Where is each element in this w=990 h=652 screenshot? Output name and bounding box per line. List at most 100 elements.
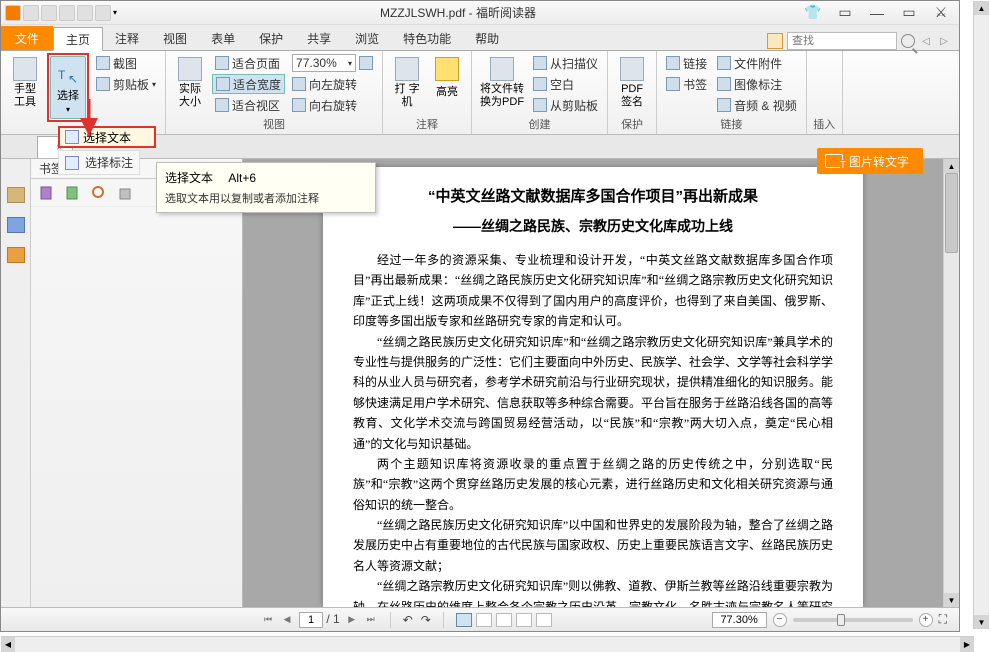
scroll-thumb[interactable] xyxy=(945,173,958,253)
doc-paragraph: 两个主题知识库将资源收录的重点置于丝绸之路的历史传统之中，分别选取“民族”和“宗… xyxy=(353,454,833,515)
ribbon-toggle-icon[interactable]: ▭ xyxy=(831,4,859,22)
nav-back-button[interactable]: ↶ xyxy=(403,613,413,627)
continuous-facing-view-icon[interactable] xyxy=(516,613,532,627)
search-icon[interactable] xyxy=(901,34,915,48)
clipboard-button[interactable]: 剪贴板▾ xyxy=(93,74,159,94)
doc-paragraph: “丝绸之路民族历史文化研究知识库”和“丝绸之路宗教历史文化研究知识库”兼具学术的… xyxy=(353,332,833,454)
bookmarks-tab-icon[interactable] xyxy=(7,187,25,203)
outer-scroll-left-icon[interactable]: ◀ xyxy=(1,637,15,652)
outer-horizontal-scrollbar[interactable]: ◀ ▶ xyxy=(1,636,974,652)
fit-width-button[interactable]: 适合宽度 xyxy=(212,74,285,94)
highlight-button[interactable]: 高亮 xyxy=(429,53,465,103)
bookmark-add-icon[interactable] xyxy=(39,185,55,201)
select-text-icon xyxy=(65,130,79,144)
ribbon-group-links: 链接 书签 文件附件 图像标注 音频 & 视频 链接 xyxy=(657,51,807,134)
file-attach-button[interactable]: 文件附件 xyxy=(714,53,800,73)
zoom-in-button[interactable]: + xyxy=(919,613,933,627)
hand-tool-button[interactable]: 手型 工具 xyxy=(7,53,43,113)
image-note-button[interactable]: 图像标注 xyxy=(714,74,800,94)
link-button[interactable]: 链接 xyxy=(663,53,710,73)
select-text-flyout[interactable]: 选择文本 xyxy=(58,126,156,148)
vertical-scrollbar[interactable]: ▲ ▼ xyxy=(943,159,959,607)
from-clipboard-button[interactable]: 从剪贴板 xyxy=(530,95,601,115)
typewriter-button[interactable]: 打 字机 xyxy=(389,53,425,113)
maximize-button[interactable]: ▭ xyxy=(895,4,923,22)
facing-view-icon[interactable] xyxy=(496,613,512,627)
tab-help[interactable]: 帮助 xyxy=(463,26,511,50)
blank-page-button[interactable]: 空白 xyxy=(530,74,601,94)
pdf-sign-button[interactable]: PDF 签名 xyxy=(614,53,650,113)
tab-browse[interactable]: 浏览 xyxy=(343,26,391,50)
zoom-input[interactable] xyxy=(712,612,767,628)
screenshot-button[interactable]: 截图 xyxy=(93,53,159,73)
select-annotation-flyout[interactable]: 选择标注 xyxy=(58,150,140,175)
tab-features[interactable]: 特色功能 xyxy=(391,26,463,50)
convert-to-pdf-button[interactable]: 将文件转 换为PDF xyxy=(478,53,526,113)
zoom-slider[interactable] xyxy=(793,618,913,622)
minimize-button[interactable]: — xyxy=(863,4,891,22)
tab-comment[interactable]: 注释 xyxy=(103,26,151,50)
file-tab[interactable]: 文件 xyxy=(1,26,53,50)
qat-redo-icon[interactable] xyxy=(95,5,111,21)
nav-forward-button[interactable]: ↷ xyxy=(421,613,431,627)
tooltip: 选择文本 Alt+6 选取文本用以复制或者添加注释 xyxy=(156,162,376,213)
fit-page-button[interactable]: 适合页面 xyxy=(212,53,285,73)
bookmark-button[interactable]: 书签 xyxy=(663,74,710,94)
image-to-text-button[interactable]: 图片转文字 xyxy=(817,148,923,174)
nav-prev-icon[interactable]: ◁ xyxy=(919,34,933,48)
tab-view[interactable]: 视图 xyxy=(151,26,199,50)
bookmark-expand-icon[interactable] xyxy=(65,185,81,201)
actual-size-button[interactable]: 实际 大小 xyxy=(172,53,208,113)
view-mode-buttons xyxy=(456,613,552,627)
single-page-view-icon[interactable] xyxy=(456,613,472,627)
fit-visible-button[interactable]: 适合视区 xyxy=(212,95,285,115)
first-page-button[interactable]: ⏮ xyxy=(261,613,275,627)
outer-vertical-scrollbar[interactable]: ▲ ▼ xyxy=(973,1,989,629)
from-scanner-button[interactable]: 从扫描仪 xyxy=(530,53,601,73)
qat-save-icon[interactable] xyxy=(41,5,57,21)
tab-form[interactable]: 表单 xyxy=(199,26,247,50)
convert-icon xyxy=(490,57,514,81)
qat-print-icon[interactable] xyxy=(59,5,75,21)
comments-tab-icon[interactable] xyxy=(7,247,25,263)
highlight-icon xyxy=(435,57,459,81)
find-icon[interactable] xyxy=(767,33,783,49)
zoom-out-button[interactable]: − xyxy=(773,613,787,627)
close-button[interactable]: ⚔ xyxy=(927,4,955,22)
outer-scroll-down-icon[interactable]: ▼ xyxy=(974,615,989,629)
tab-protect[interactable]: 保护 xyxy=(247,26,295,50)
continuous-view-icon[interactable] xyxy=(476,613,492,627)
app-icon xyxy=(5,5,21,21)
next-page-button[interactable]: ▶ xyxy=(345,613,359,627)
scroll-up-icon[interactable]: ▲ xyxy=(944,159,959,173)
audio-video-button[interactable]: 音频 & 视频 xyxy=(714,95,800,115)
find-input[interactable] xyxy=(787,32,897,50)
zoom-slider-knob[interactable] xyxy=(837,614,845,626)
rotate-right-button[interactable]: 向右旋转 xyxy=(289,95,376,115)
outer-scroll-right-icon[interactable]: ▶ xyxy=(960,637,974,652)
skin-icon[interactable]: 👕 xyxy=(799,4,827,22)
nav-next-icon[interactable]: ▷ xyxy=(937,34,951,48)
fullscreen-icon[interactable]: ⛶ xyxy=(939,612,947,627)
zoom-select[interactable]: 77.30%▾ xyxy=(292,54,356,72)
select-dropdown-icon[interactable]: ▾ xyxy=(66,105,70,114)
window-controls: 👕 ▭ — ▭ ⚔ xyxy=(799,4,955,22)
tab-share[interactable]: 共享 xyxy=(295,26,343,50)
document-view[interactable]: “中英文丝路文献数据库多国合作项目”再出新成果 ——丝绸之路民族、宗教历史文化库… xyxy=(243,159,943,607)
outer-scroll-up-icon[interactable]: ▲ xyxy=(974,1,989,15)
qat-undo-icon[interactable] xyxy=(77,5,93,21)
select-tool-button[interactable]: T↖ 选择 ▾ xyxy=(50,56,86,119)
pages-tab-icon[interactable] xyxy=(7,217,25,233)
bookmark-delete-icon[interactable] xyxy=(117,185,133,201)
bookmark-find-icon[interactable] xyxy=(91,185,107,201)
read-mode-icon[interactable] xyxy=(536,613,552,627)
rotate-right-icon xyxy=(292,98,306,112)
rotate-left-button[interactable]: 向左旋转 xyxy=(289,74,376,94)
scroll-down-icon[interactable]: ▼ xyxy=(944,593,959,607)
prev-page-button[interactable]: ◀ xyxy=(280,613,294,627)
tab-home[interactable]: 主页 xyxy=(53,27,103,51)
last-page-button[interactable]: ⏭ xyxy=(364,613,378,627)
qat-open-icon[interactable] xyxy=(23,5,39,21)
zoom-in-icon[interactable] xyxy=(359,56,373,70)
page-input[interactable] xyxy=(299,612,323,628)
